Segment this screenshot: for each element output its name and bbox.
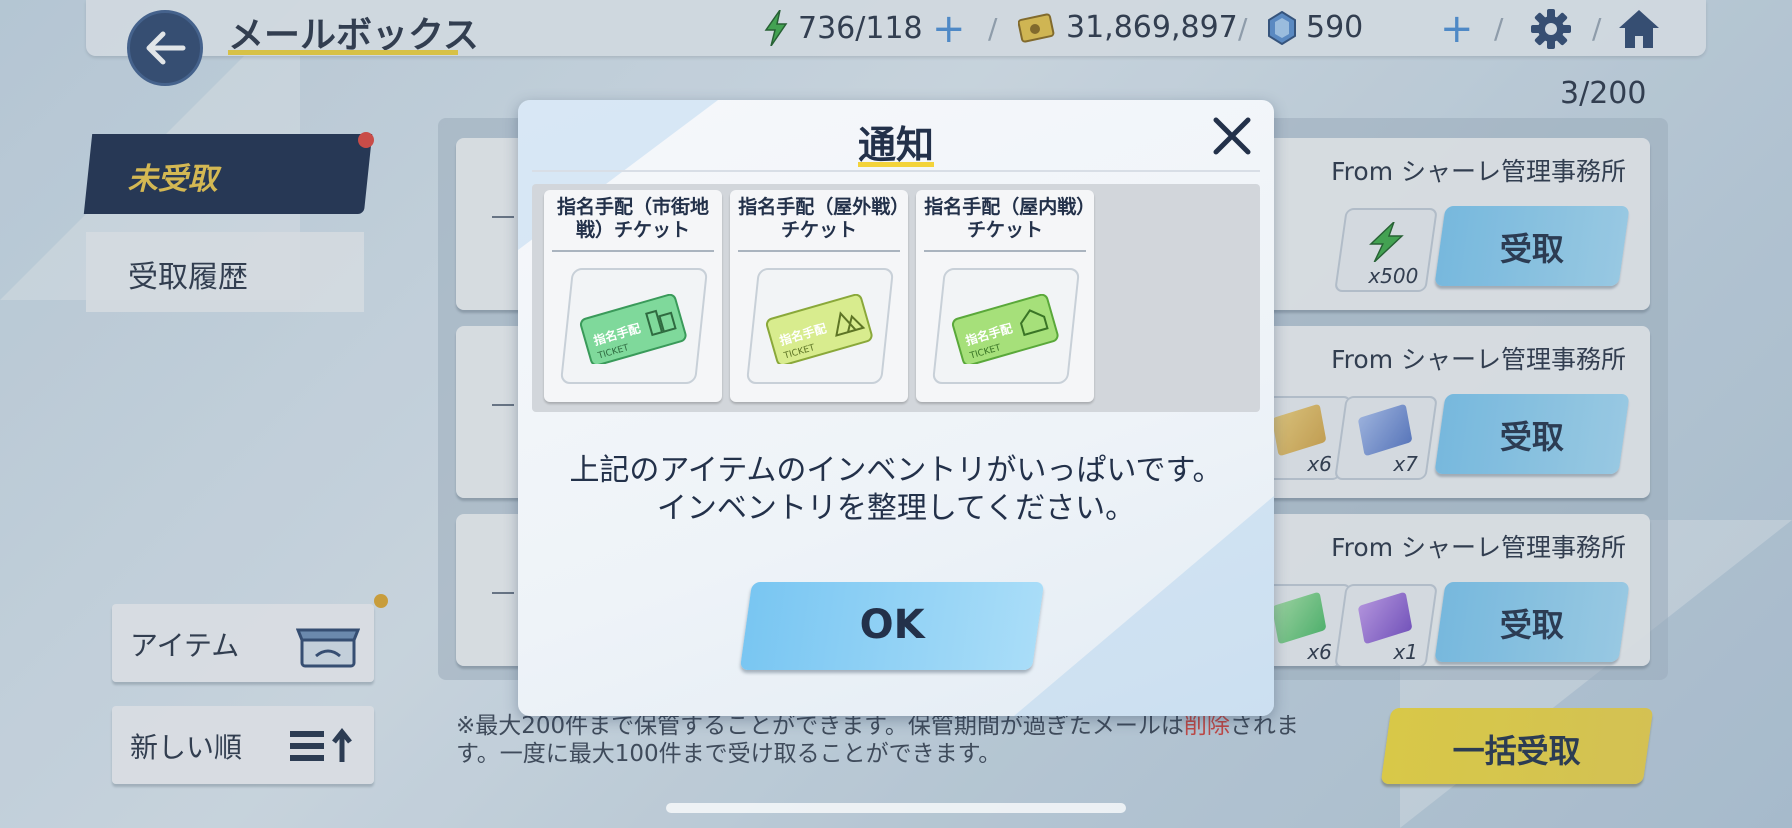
notification-dialog: 通知 指名手配（市街地戦）チケット 指名手配 TICKET 指名手配（屋外戦）チ… xyxy=(518,100,1274,716)
dialog-message-line: インベントリを整理してください。 xyxy=(656,491,1136,526)
divider xyxy=(532,170,1260,172)
item-name: 指名手配（屋内戦）チケット xyxy=(924,196,1086,241)
divider xyxy=(924,250,1086,252)
item-card[interactable]: 指名手配（屋外戦）チケット 指名手配 TICKET xyxy=(730,190,908,402)
item-card[interactable]: 指名手配（屋内戦）チケット 指名手配 TICKET xyxy=(916,190,1094,402)
dialog-message-line: 上記のアイテムのインベントリがいっぱいです。 xyxy=(569,453,1223,488)
divider xyxy=(552,250,714,252)
outdoor-ticket-icon: 指名手配 TICKET xyxy=(765,294,873,364)
dialog-message: 上記のアイテムのインベントリがいっぱいです。 インベントリを整理してください。 xyxy=(518,452,1274,528)
dialog-title: 通知 xyxy=(857,123,934,167)
ok-button-label: OK xyxy=(859,602,925,648)
item-name: 指名手配（市街地戦）チケット xyxy=(556,196,709,241)
divider xyxy=(738,250,900,252)
item-list: 指名手配（市街地戦）チケット 指名手配 TICKET 指名手配（屋外戦）チケット xyxy=(532,184,1260,412)
item-card[interactable]: 指名手配（市街地戦）チケット 指名手配 TICKET xyxy=(544,190,722,402)
indoor-ticket-icon: 指名手配 TICKET xyxy=(951,294,1059,364)
item-name: 指名手配（屋外戦）チケット xyxy=(738,196,900,241)
home-indicator[interactable] xyxy=(666,803,1126,813)
title-underline xyxy=(858,162,934,167)
close-icon[interactable] xyxy=(1210,114,1254,158)
ok-button[interactable]: OK xyxy=(739,582,1045,670)
dialog-decoration xyxy=(1014,496,1274,716)
city-ticket-icon: 指名手配 TICKET xyxy=(579,294,687,364)
